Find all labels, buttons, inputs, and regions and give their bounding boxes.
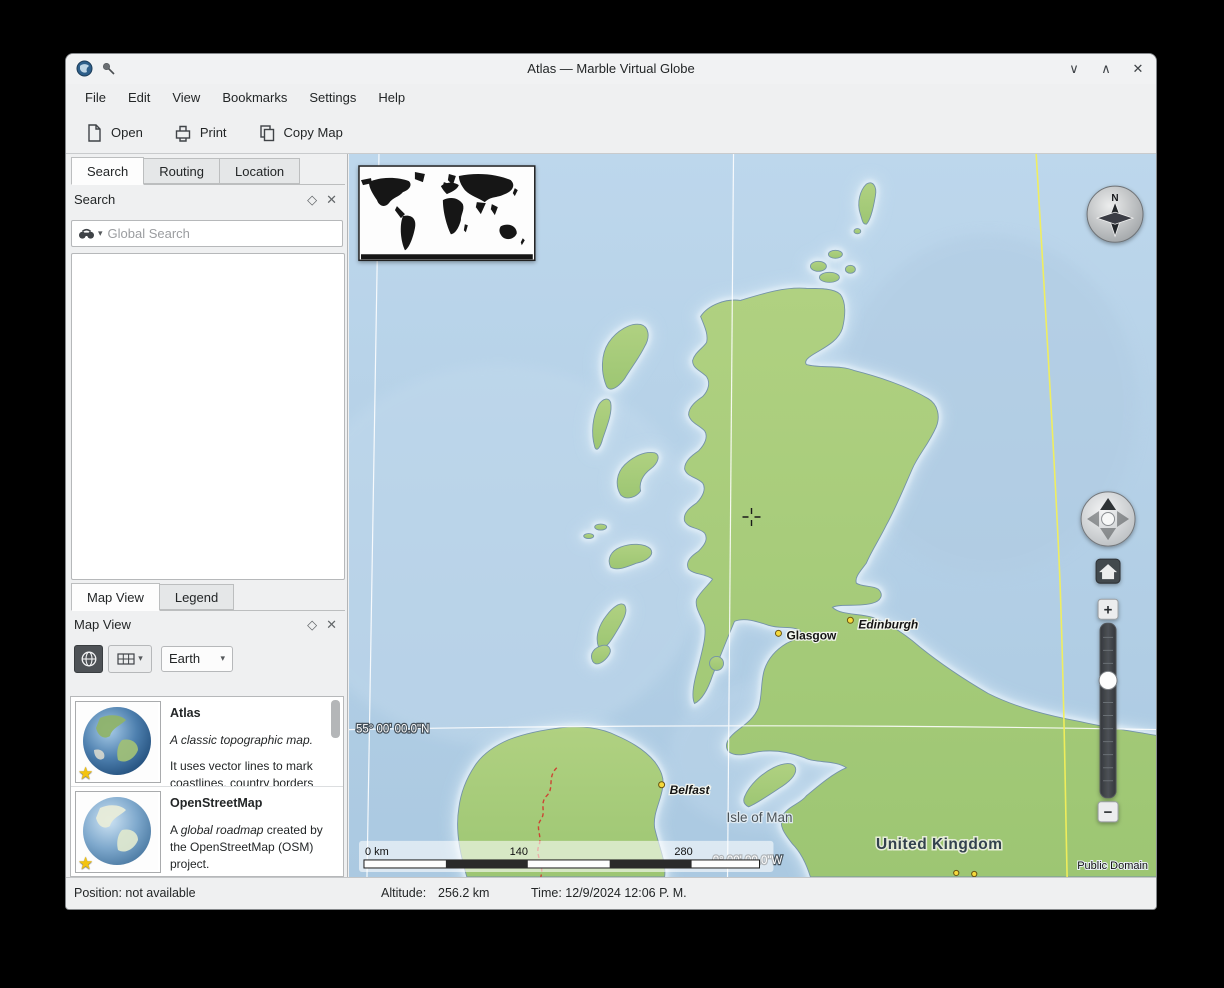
- projection-chevron-icon: ▾: [138, 653, 143, 664]
- theme-title: Atlas: [170, 706, 330, 720]
- map-canvas[interactable]: 0° 00' 00.0"W Glasgow Edinburgh Belfast …: [349, 154, 1157, 877]
- theme-item-openstreetmap[interactable]: ★ OpenStreetMap A global roadmap created…: [71, 787, 343, 877]
- status-altitude-label: Altitude:: [381, 886, 426, 900]
- belfast-label: Belfast: [670, 783, 711, 797]
- menu-help[interactable]: Help: [367, 84, 416, 112]
- zoom-in-button[interactable]: +: [1098, 599, 1118, 619]
- svg-text:+: +: [1104, 601, 1113, 618]
- favorite-star-icon: ★: [78, 764, 93, 784]
- status-position: Position: not available: [74, 886, 196, 900]
- dock-tabbar: Search Routing Location: [71, 156, 345, 185]
- scale-mid-label: 140: [510, 846, 528, 858]
- theme-thumbnail-openstreetmap: ★: [75, 791, 161, 873]
- zoom-slider[interactable]: [1099, 623, 1117, 797]
- favorite-star-icon: ★: [78, 854, 93, 874]
- detach-panel-icon[interactable]: ◇: [307, 192, 317, 208]
- theme-description: A global roadmap created by the OpenStre…: [170, 822, 330, 873]
- scale-zero-label: 0 km: [365, 846, 389, 858]
- theme-title: OpenStreetMap: [170, 796, 330, 810]
- united-kingdom-label: United Kingdom: [876, 836, 1002, 853]
- map-view-controls: ▾ Earth ▾: [74, 645, 233, 672]
- latitude-label: 55° 00' 00.0"N: [356, 724, 429, 736]
- search-scope-chevron-icon[interactable]: ▾: [98, 228, 103, 239]
- scrollbar-thumb[interactable]: [331, 700, 340, 738]
- theme-item-atlas[interactable]: ★ Atlas A classic topographic map. It us…: [71, 697, 343, 787]
- left-dock: Search Routing Location Search ◇ ✕ ▾ Map…: [66, 154, 348, 877]
- svg-text:−: −: [1104, 804, 1113, 821]
- overview-world-map[interactable]: [359, 166, 535, 260]
- printer-icon: [173, 123, 193, 143]
- copy-map-button[interactable]: Copy Map: [257, 123, 343, 143]
- status-altitude-value: 256.2 km: [438, 886, 489, 900]
- theme-description: It uses vector lines to mark coastlines,…: [170, 758, 330, 787]
- menu-settings[interactable]: Settings: [298, 84, 367, 112]
- maximize-button[interactable]: ∧: [1098, 61, 1114, 77]
- pan-center[interactable]: [1102, 512, 1115, 525]
- marble-window: Atlas — Marble Virtual Globe ∨ ∧ ✕ File …: [65, 53, 1157, 910]
- menu-edit[interactable]: Edit: [117, 84, 161, 112]
- open-file-icon: [84, 123, 104, 143]
- statusbar: Position: not available Altitude: 256.2 …: [66, 877, 1156, 910]
- search-input[interactable]: [106, 225, 336, 242]
- tab-search[interactable]: Search: [71, 157, 144, 185]
- globe-projection-button[interactable]: [74, 645, 103, 673]
- attribution-label: Public Domain: [1077, 860, 1148, 872]
- search-results-list[interactable]: [71, 253, 345, 580]
- open-button[interactable]: Open: [84, 123, 143, 143]
- compass-rose[interactable]: N: [1087, 186, 1143, 242]
- view-tabbar: Map View Legend: [71, 582, 345, 611]
- search-panel-header: Search ◇ ✕: [74, 192, 339, 212]
- isle-of-man-label: Isle of Man: [727, 810, 793, 825]
- status-time: Time: 12/9/2024 12:06 P. M.: [531, 886, 687, 900]
- flat-map-icon: [117, 652, 135, 666]
- scale-end-label: 280: [674, 846, 692, 858]
- glasgow-label: Glasgow: [786, 628, 837, 642]
- scale-bar: 0 km 140 280: [359, 841, 773, 872]
- print-button[interactable]: Print: [173, 123, 227, 143]
- theme-thumbnail-atlas: ★: [75, 701, 161, 783]
- tab-location[interactable]: Location: [219, 158, 300, 184]
- minimize-button[interactable]: ∨: [1066, 61, 1082, 77]
- map-theme-list: ★ Atlas A classic topographic map. It us…: [70, 696, 344, 877]
- desktop: { "window": { "title": "Atlas — Marble V…: [0, 0, 1224, 988]
- celestial-body-combobox[interactable]: Earth ▾: [161, 646, 233, 672]
- theme-list-scrollbar[interactable]: [331, 700, 340, 872]
- edinburgh-dot: [847, 617, 853, 623]
- home-button[interactable]: [1096, 559, 1120, 583]
- glasgow-dot: [775, 630, 781, 636]
- theme-tagline: A classic topographic map.: [170, 733, 330, 747]
- combobox-chevron-icon: ▾: [220, 653, 225, 664]
- window-title: Atlas — Marble Virtual Globe: [66, 54, 1156, 84]
- close-button[interactable]: ✕: [1130, 61, 1146, 77]
- belfast-dot: [659, 782, 665, 788]
- flat-projection-button[interactable]: ▾: [108, 645, 152, 673]
- main-toolbar: Open Print Copy Map: [66, 112, 1156, 154]
- zoom-out-button[interactable]: −: [1098, 802, 1118, 822]
- menu-bookmarks[interactable]: Bookmarks: [211, 84, 298, 112]
- menubar: File Edit View Bookmarks Settings Help: [66, 84, 1156, 112]
- close-panel-icon[interactable]: ✕: [326, 617, 337, 633]
- tab-map-view[interactable]: Map View: [71, 583, 160, 611]
- map-area: 0° 00' 00.0"W Glasgow Edinburgh Belfast …: [349, 154, 1157, 877]
- binoculars-icon: [78, 227, 95, 240]
- menu-file[interactable]: File: [74, 84, 117, 112]
- close-panel-icon[interactable]: ✕: [326, 192, 337, 208]
- detach-panel-icon[interactable]: ◇: [307, 617, 317, 633]
- zoom-slider-handle[interactable]: [1099, 671, 1117, 689]
- copy-icon: [257, 123, 277, 143]
- tab-routing[interactable]: Routing: [143, 158, 220, 184]
- menu-view[interactable]: View: [161, 84, 211, 112]
- edinburgh-label: Edinburgh: [858, 617, 918, 631]
- globe-icon: [80, 650, 98, 668]
- global-search-box[interactable]: ▾: [71, 220, 343, 247]
- tab-legend[interactable]: Legend: [159, 584, 234, 610]
- map-view-panel-header: Map View ◇ ✕: [74, 617, 339, 637]
- titlebar[interactable]: Atlas — Marble Virtual Globe ∨ ∧ ✕: [66, 54, 1156, 84]
